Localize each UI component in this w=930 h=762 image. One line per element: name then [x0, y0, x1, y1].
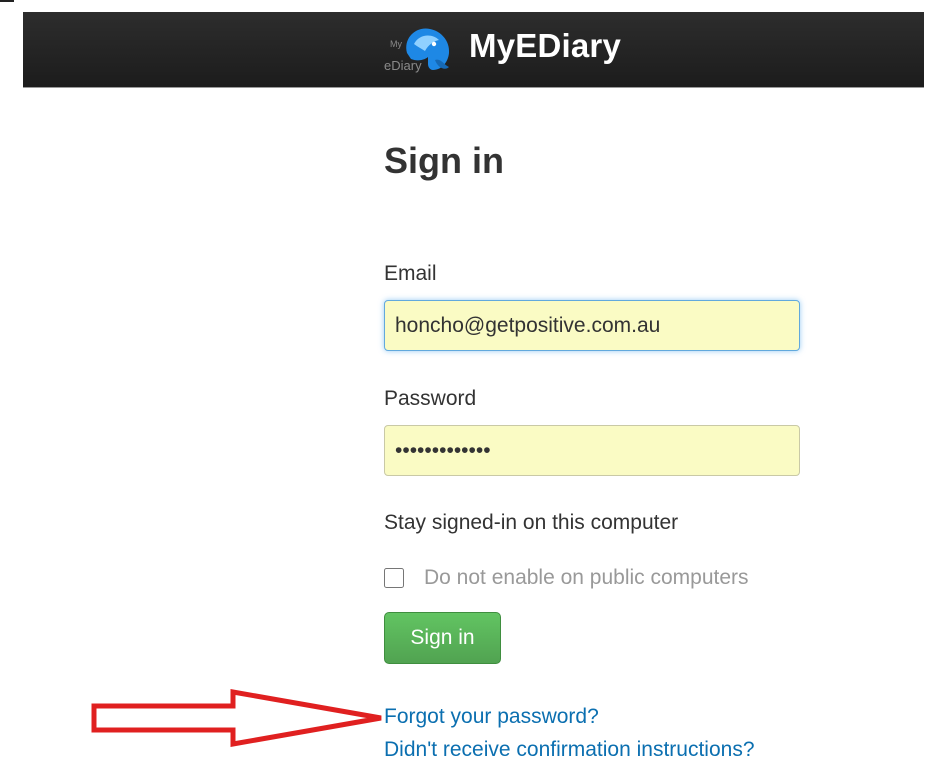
password-label: Password: [384, 387, 477, 410]
app-name: MyEDiary: [469, 26, 622, 64]
password-field[interactable]: [384, 425, 800, 476]
page-title: Sign in: [384, 140, 504, 181]
email-field[interactable]: [384, 300, 800, 351]
logo-small-text-bottom: eDiary: [384, 58, 422, 73]
forgot-password-link[interactable]: Forgot your password?: [384, 704, 599, 730]
remember-checkbox-label[interactable]: Do not enable on public computers: [424, 565, 749, 591]
brand[interactable]: My eDiary MyEDiary: [383, 20, 621, 74]
stay-signed-in-label: Stay signed-in on this computer: [384, 511, 679, 534]
sign-in-button[interactable]: Sign in: [384, 612, 501, 664]
remember-checkbox[interactable]: [384, 568, 404, 588]
logo-small-text-top: My: [390, 39, 402, 49]
red-arrow-icon: [91, 689, 382, 747]
confirmation-instructions-link[interactable]: Didn't receive confirmation instructions…: [384, 737, 755, 762]
corner-mark: [0, 0, 14, 2]
elephant-logo-icon: My eDiary: [384, 28, 450, 73]
remember-checkbox-row[interactable]: Do not enable on public computers: [384, 565, 749, 591]
email-label: Email: [384, 262, 437, 285]
page: My eDiary MyEDiary Sign in Email Passwor…: [0, 0, 930, 762]
